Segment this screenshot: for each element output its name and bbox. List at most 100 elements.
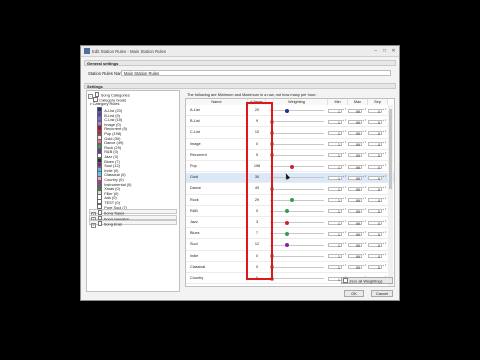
row-sep-input[interactable]: 0 <box>368 119 382 125</box>
row-min-input[interactable]: 1 <box>328 265 342 270</box>
row-max-input[interactable]: 99 <box>348 119 362 125</box>
weighting-slider-track[interactable] <box>270 132 324 134</box>
weighting-slider-track[interactable] <box>270 255 324 257</box>
grid-row[interactable]: B-List 9 1 ▲▼ 99 ▲▼ 0 ▲▼ <box>186 117 394 128</box>
col-header-max[interactable]: Max <box>348 99 368 105</box>
row-max-input[interactable]: 99 <box>348 108 362 114</box>
row-min-input[interactable]: 1 <box>328 231 342 237</box>
close-icon[interactable]: ✕ <box>389 47 398 55</box>
min-spinner-icon[interactable]: ▲▼ <box>342 164 347 169</box>
weighting-slider-track[interactable] <box>270 267 324 268</box>
max-spinner-icon[interactable]: ▲▼ <box>362 119 367 124</box>
row-sep-input[interactable]: 0 <box>368 130 382 136</box>
weighting-slider-track[interactable] <box>270 155 324 156</box>
row-max-input[interactable]: 99 <box>348 209 362 214</box>
max-spinner-icon[interactable]: ▲▼ <box>362 175 367 180</box>
grid-scrollbar[interactable] <box>388 105 393 286</box>
row-max-input[interactable]: 99 <box>348 265 362 270</box>
min-spinner-icon[interactable]: ▲▼ <box>342 153 347 157</box>
grid-row[interactable]: Dance 49 1 ▲▼ 99 ▲▼ 0 ▲▼ <box>186 184 394 195</box>
row-min-input[interactable]: 1 <box>328 242 342 248</box>
min-spinner-icon[interactable]: ▲▼ <box>342 209 347 213</box>
max-spinner-icon[interactable]: ▲▼ <box>362 242 367 247</box>
scrollbar-thumb[interactable] <box>389 109 392 189</box>
sep-spinner-icon[interactable]: ▲▼ <box>382 253 387 258</box>
weighting-slider-track[interactable] <box>270 188 324 190</box>
row-min-input[interactable]: 1 <box>328 220 342 226</box>
weighting-slider-track[interactable] <box>270 177 324 179</box>
min-spinner-icon[interactable]: ▲▼ <box>342 220 347 225</box>
row-sep-input[interactable]: 0 <box>368 153 382 158</box>
weighting-slider-track[interactable] <box>270 121 324 123</box>
grid-row[interactable]: Pop 198 1 ▲▼ 99 ▲▼ 0 ▲▼ <box>186 162 394 173</box>
sep-spinner-icon[interactable]: ▲▼ <box>382 220 387 225</box>
row-sep-input[interactable]: 0 <box>368 164 382 170</box>
row-min-input[interactable]: 1 <box>328 130 342 136</box>
row-max-input[interactable]: 99 <box>348 175 362 181</box>
max-spinner-icon[interactable]: ▲▼ <box>362 108 367 113</box>
sep-spinner-icon[interactable]: ▲▼ <box>382 141 387 146</box>
row-sep-input[interactable]: 0 <box>368 242 382 248</box>
tree-group-row[interactable]: +Song Types <box>89 209 177 217</box>
weighting-slider-knob[interactable] <box>285 231 289 236</box>
min-spinner-icon[interactable]: ▲▼ <box>342 175 347 180</box>
min-spinner-icon[interactable]: ▲▼ <box>342 108 347 113</box>
sep-spinner-icon[interactable]: ▲▼ <box>382 153 387 157</box>
row-sep-input[interactable]: 0 <box>368 220 382 226</box>
tree-group-row[interactable]: +Song Genders <box>89 214 177 223</box>
weighting-slider-track[interactable] <box>270 244 324 246</box>
row-sep-input[interactable]: 0 <box>368 142 382 147</box>
row-min-input[interactable]: 1 <box>328 186 342 192</box>
row-sep-input[interactable]: 0 <box>368 108 382 114</box>
caret-down-icon[interactable]: ▾ <box>90 102 92 106</box>
row-max-input[interactable]: 99 <box>348 231 362 237</box>
grid-row[interactable]: Image 0 1 ▲▼ 99 ▲▼ 0 ▲▼ <box>186 140 394 150</box>
weighting-slider-knob[interactable] <box>285 220 289 225</box>
sep-spinner-icon[interactable]: ▲▼ <box>382 265 387 269</box>
weighting-slider-track[interactable] <box>270 143 324 145</box>
tree-song-categories[interactable]: – Song Categories <box>88 92 130 99</box>
grid-row[interactable]: Classical 0 1 ▲▼ 99 ▲▼ 0 ▲▼ <box>186 263 394 273</box>
row-min-input[interactable]: 1 <box>328 142 342 147</box>
grid-row[interactable]: Blues 7 1 ▲▼ 99 ▲▼ 0 ▲▼ <box>186 229 394 240</box>
row-max-input[interactable]: 99 <box>348 164 362 170</box>
row-max-input[interactable]: 99 <box>348 198 362 203</box>
col-header-sep[interactable]: Sep <box>368 99 388 105</box>
row-sep-input[interactable]: 0 <box>368 254 382 259</box>
row-sep-input[interactable]: 0 <box>368 186 382 192</box>
sep-spinner-icon[interactable]: ▲▼ <box>382 231 387 236</box>
row-sep-input[interactable]: 0 <box>368 231 382 237</box>
row-max-input[interactable]: 99 <box>348 130 362 136</box>
min-spinner-icon[interactable]: ▲▼ <box>342 265 347 269</box>
sep-spinner-icon[interactable]: ▲▼ <box>382 186 387 191</box>
row-min-input[interactable]: 1 <box>328 209 342 214</box>
weighting-slider-knob[interactable] <box>285 108 289 113</box>
col-header-weighting[interactable]: Weighting <box>266 99 328 105</box>
grid-row[interactable]: Gold 30 1 ▲▼ 99 ▲▼ 0 ▲▼ <box>186 173 394 184</box>
checkbox-icon[interactable] <box>97 221 103 226</box>
grid-row[interactable]: R&B 0 1 ▲▼ 99 ▲▼ 0 ▲▼ <box>186 207 394 217</box>
row-max-input[interactable]: 99 <box>348 220 362 226</box>
weighting-slider-knob[interactable] <box>285 243 289 248</box>
grid-row[interactable]: Indie 0 1 ▲▼ 99 ▲▼ 0 ▲▼ <box>186 252 394 262</box>
grid-row[interactable]: Jazz 3 1 ▲▼ 99 ▲▼ 0 ▲▼ <box>186 218 394 229</box>
col-header-name[interactable]: Name <box>186 99 248 105</box>
max-spinner-icon[interactable]: ▲▼ <box>362 253 367 258</box>
sep-spinner-icon[interactable]: ▲▼ <box>382 164 387 169</box>
ok-button[interactable]: OK <box>344 290 364 297</box>
tree-group-row[interactable]: + Song Eras <box>89 220 177 228</box>
weighting-slider-track[interactable] <box>270 110 324 112</box>
min-spinner-icon[interactable]: ▲▼ <box>342 197 347 202</box>
weighting-slider-track[interactable] <box>270 199 324 201</box>
row-min-input[interactable]: 1 <box>328 153 342 158</box>
sep-spinner-icon[interactable]: ▲▼ <box>382 209 387 213</box>
min-spinner-icon[interactable]: ▲▼ <box>342 253 347 258</box>
max-spinner-icon[interactable]: ▲▼ <box>362 130 367 135</box>
weighting-slider-track[interactable] <box>270 166 324 168</box>
row-min-input[interactable]: 1 <box>328 254 342 259</box>
row-min-input[interactable]: 1 <box>328 198 342 203</box>
min-spinner-icon[interactable]: ▲▼ <box>342 119 347 124</box>
minimize-icon[interactable]: – <box>371 47 380 55</box>
max-spinner-icon[interactable]: ▲▼ <box>362 186 367 191</box>
weighting-slider-knob[interactable] <box>290 198 294 203</box>
